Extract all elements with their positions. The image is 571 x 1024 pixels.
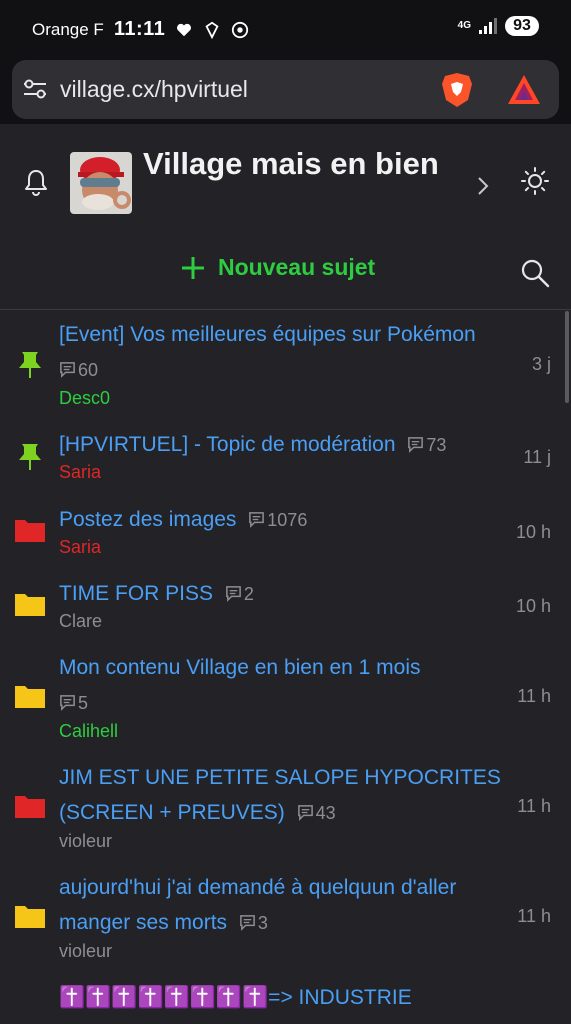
reply-count: 60	[59, 360, 98, 380]
topic-row[interactable]: aujourd'hui j'ai demandé à quelquun d'al…	[0, 864, 571, 968]
topic-title[interactable]: JIM EST UNE PETITE SALOPE HYPOCRITES (SC…	[59, 760, 504, 831]
topic-row[interactable]: [HPVIRTUEL] - Topic de modération 73 Sar…	[0, 421, 571, 491]
red-folder-icon	[15, 520, 45, 542]
topic-row[interactable]: JIM EST UNE PETITE SALOPE HYPOCRITES (SC…	[0, 754, 571, 858]
folder-icon	[15, 686, 45, 708]
topic-title[interactable]: TIME FOR PISS 2	[59, 576, 499, 612]
chevron-right-icon[interactable]	[474, 175, 492, 197]
topic-title-text[interactable]: Mon contenu Village en bien en 1 mois	[59, 656, 421, 679]
battery-icon: 93	[505, 16, 539, 36]
reply-count-value: 43	[315, 803, 336, 823]
topic-time: 10 h	[515, 596, 551, 616]
topic-row[interactable]: Mon contenu Village en bien en 1 mois 5 …	[0, 644, 571, 748]
reply-count: 73	[401, 435, 446, 455]
comment-icon	[225, 586, 241, 602]
topic-author[interactable]: Saria	[59, 462, 101, 483]
forum-avatar	[70, 152, 132, 214]
comment-icon	[60, 695, 75, 711]
comment-icon	[297, 805, 313, 821]
bell-icon[interactable]	[23, 168, 49, 196]
topic-time: 11 h	[517, 796, 551, 816]
topic-title-text[interactable]: [HPVIRTUEL] - Topic de modération	[59, 433, 396, 456]
topic-title[interactable]: [HPVIRTUEL] - Topic de modération 73	[59, 427, 509, 463]
reply-count-value: 1076	[267, 510, 308, 530]
reply-count-value: 73	[426, 435, 447, 455]
topic-row[interactable]: Postez des images 1076 Saria 10 h	[0, 496, 571, 566]
reply-count: 5	[59, 693, 88, 713]
topic-author[interactable]: Calihell	[59, 721, 118, 742]
topic-author[interactable]: Clare	[59, 611, 102, 632]
reply-count-value: 2	[243, 584, 254, 604]
new-topic-button[interactable]: Nouveau sujet	[180, 254, 375, 281]
new-topic-label: Nouveau sujet	[218, 254, 376, 280]
forum-title: Village mais en bien	[143, 146, 439, 181]
folder-icon	[15, 594, 45, 616]
topic-title-text[interactable]: Postez des images	[59, 508, 236, 531]
heart-notification-icon	[177, 23, 192, 36]
browser-toolbar: village.cx/hpvirtuel	[0, 58, 571, 124]
pin-icon	[19, 352, 41, 378]
brave-rewards-icon[interactable]	[506, 73, 542, 107]
comment-icon	[408, 437, 424, 453]
reply-count: 2	[219, 584, 254, 604]
brave-shields-icon[interactable]	[440, 72, 474, 108]
reply-count: 1076	[242, 510, 307, 530]
clock: 11:11	[113, 18, 166, 40]
topic-title-text[interactable]: JIM EST UNE PETITE SALOPE HYPOCRITES (SC…	[59, 766, 501, 824]
topic-title-text[interactable]: TIME FOR PISS	[59, 582, 213, 605]
comment-icon	[240, 915, 255, 931]
topic-list[interactable]: [Event] Vos meilleures équipes sur Pokém…	[0, 311, 571, 1024]
topic-author[interactable]: violeur	[59, 831, 112, 852]
comment-icon	[60, 362, 75, 378]
topic-row[interactable]: TIME FOR PISS 2 Clare 10 h	[0, 570, 571, 640]
status-left: Orange F 11:11	[32, 18, 249, 41]
reply-count: 3	[233, 913, 268, 933]
reply-count-value: 60	[78, 360, 99, 380]
topic-time: 11 h	[517, 686, 551, 706]
reply-count: 43	[291, 803, 336, 823]
vpn-notification-icon	[205, 21, 219, 39]
comment-icon	[249, 512, 265, 528]
search-icon[interactable]	[520, 258, 550, 288]
topic-title[interactable]: aujourd'hui j'ai demandé à quelquun d'al…	[59, 870, 511, 941]
topic-time: 3 j	[531, 354, 551, 374]
reply-count-value: 5	[78, 693, 89, 713]
topic-title-text[interactable]: ✝️✝️✝️✝️✝️✝️✝️✝️=> INDUSTRIE	[59, 986, 412, 1009]
plus-icon	[182, 256, 204, 279]
topic-author[interactable]: Saria	[59, 537, 101, 558]
topic-title[interactable]: Mon contenu Village en bien en 1 mois 5	[59, 650, 499, 721]
status-right: 4G 93	[458, 16, 539, 36]
signal-icon	[479, 18, 497, 34]
status-bar: Orange F 11:11 4G 93	[0, 0, 571, 58]
topic-title-text[interactable]: [Event] Vos meilleures équipes sur Pokém…	[59, 323, 476, 346]
topic-author[interactable]: Desc0	[59, 388, 110, 409]
theme-toggle-icon[interactable]	[520, 166, 550, 196]
red-folder-icon	[15, 796, 45, 818]
forum-header: Village mais en bien Nouveau sujet	[0, 130, 571, 310]
topic-title[interactable]: ✝️✝️✝️✝️✝️✝️✝️✝️=> INDUSTRIE	[59, 980, 539, 1015]
topic-row[interactable]: ✝️✝️✝️✝️✝️✝️✝️✝️=> INDUSTRIE	[0, 974, 571, 1024]
topic-title[interactable]: [Event] Vos meilleures équipes sur Pokém…	[59, 317, 499, 388]
app-notification-icon	[232, 21, 249, 38]
pin-icon	[19, 444, 41, 470]
carrier-name: Orange F	[32, 19, 104, 39]
topic-time: 11 j	[523, 447, 551, 467]
site-settings-icon[interactable]	[22, 76, 48, 102]
topic-row[interactable]: [Event] Vos meilleures équipes sur Pokém…	[0, 311, 571, 415]
topic-title[interactable]: Postez des images 1076	[59, 502, 499, 538]
topic-time: 10 h	[515, 522, 551, 542]
network-type: 4G	[457, 20, 471, 31]
folder-icon	[15, 906, 45, 928]
url-text[interactable]: village.cx/hpvirtuel	[60, 76, 248, 103]
topic-time: 11 h	[517, 906, 551, 926]
address-bar[interactable]: village.cx/hpvirtuel	[12, 60, 559, 119]
topic-author[interactable]: violeur	[59, 941, 112, 962]
reply-count-value: 3	[257, 913, 268, 933]
